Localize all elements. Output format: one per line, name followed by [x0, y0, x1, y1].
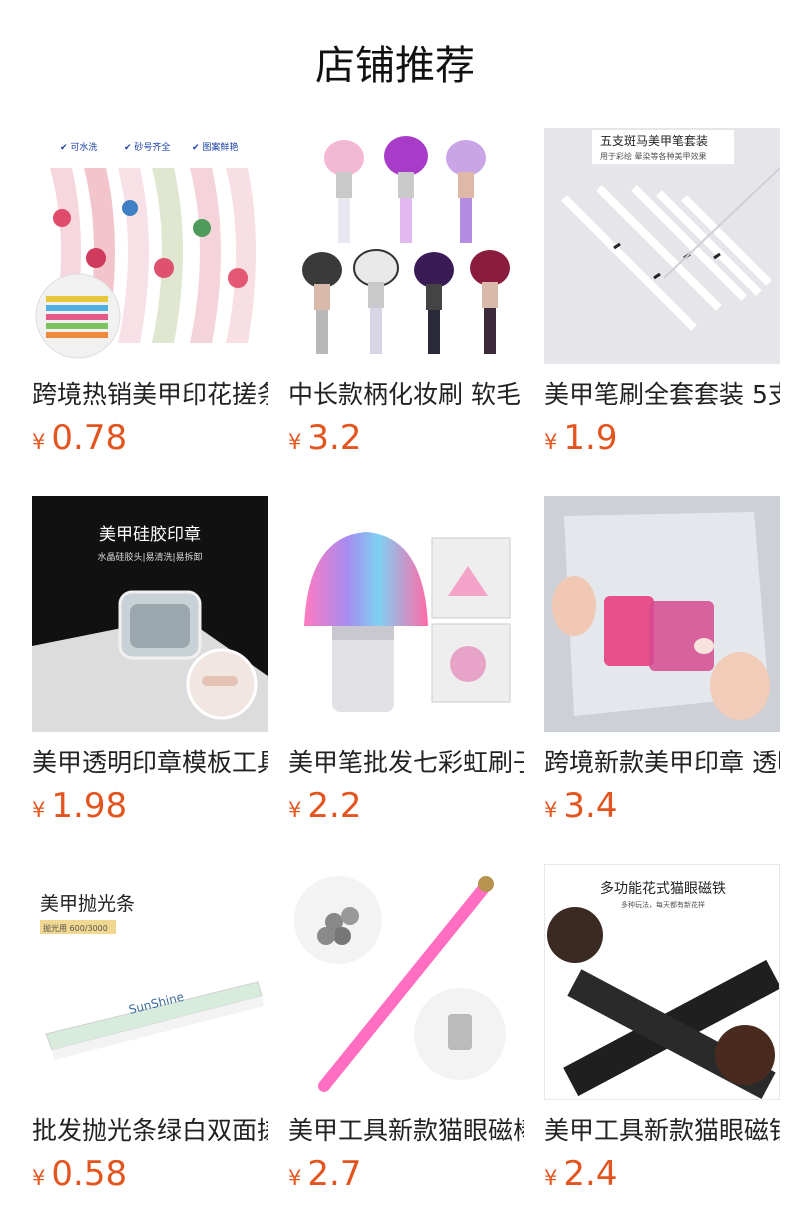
page-title: 店铺推荐	[315, 43, 475, 89]
price-value: 1.98	[51, 786, 128, 826]
price-value: 3.2	[307, 418, 362, 458]
price-value: 0.58	[51, 1154, 128, 1194]
product-image-stamp-bag[interactable]	[544, 496, 780, 732]
product-image-magnet-stick[interactable]	[288, 864, 524, 1100]
product-name[interactable]: 美甲笔刷全套套装 5支	[544, 378, 780, 412]
price-value: 2.2	[307, 786, 362, 826]
price-value: 1.9	[563, 418, 618, 458]
image-subcaption: 水晶硅胶头|易清洗|易拆卸	[97, 551, 202, 563]
currency-symbol: ¥	[544, 430, 558, 454]
product-price: ¥3.2	[288, 418, 361, 458]
product-price: ¥1.9	[544, 418, 617, 458]
product-image-silicone-stamp[interactable]: 美甲硅胶印章 水晶硅胶头|易清洗|易拆卸	[32, 496, 268, 732]
price-value: 0.78	[51, 418, 128, 458]
product-price: ¥2.7	[288, 1154, 361, 1194]
price-value: 2.4	[563, 1154, 618, 1194]
product-image-makeup-brushes[interactable]	[288, 128, 524, 364]
product-name[interactable]: 美甲工具新款猫眼磁棒	[288, 1114, 524, 1148]
image-caption: 多功能花式猫眼磁铁	[600, 880, 726, 897]
image-caption: 美甲硅胶印章	[99, 525, 201, 545]
product-image-nail-file[interactable]: ✔ 可水洗 ✔ 砂号齐全 ✔ 图案鲜艳	[32, 128, 268, 364]
image-caption: 五支斑马美甲笔套装	[600, 133, 708, 148]
svg-text:✔ 可水洗: ✔ 可水洗	[60, 141, 97, 153]
currency-symbol: ¥	[32, 430, 46, 454]
product-name[interactable]: 中长款柄化妆刷 软毛	[288, 378, 524, 412]
product-price: ¥0.78	[32, 418, 127, 458]
currency-symbol: ¥	[288, 1166, 302, 1190]
price-value: 3.4	[563, 786, 618, 826]
product-image-buffer-file[interactable]: 美甲抛光条 抛光用 600/3000 SunShine	[32, 864, 268, 1100]
image-subcaption: 抛光用 600/3000	[43, 923, 108, 933]
product-price: ¥0.58	[32, 1154, 127, 1194]
image-caption: 美甲抛光条	[40, 893, 135, 915]
product-name[interactable]: 批发抛光条绿白双面搓条	[32, 1114, 268, 1148]
image-subcaption: 多种玩法，每天都有新花样	[621, 900, 705, 909]
product-price: ¥3.4	[544, 786, 617, 826]
product-name[interactable]: 美甲工具新款猫眼磁铁	[544, 1114, 780, 1148]
product-image-rainbow-brush[interactable]	[288, 496, 524, 732]
currency-symbol: ¥	[544, 1166, 558, 1190]
svg-text:✔ 砂号齐全: ✔ 砂号齐全	[124, 141, 170, 153]
product-name[interactable]: 美甲透明印章模板工具	[32, 746, 268, 780]
product-name[interactable]: 跨境热销美甲印花搓条	[32, 378, 268, 412]
product-price: ¥2.2	[288, 786, 361, 826]
product-name[interactable]: 美甲笔批发七彩虹刷子	[288, 746, 524, 780]
product-price: ¥1.98	[32, 786, 127, 826]
currency-symbol: ¥	[544, 798, 558, 822]
price-value: 2.7	[307, 1154, 362, 1194]
currency-symbol: ¥	[32, 798, 46, 822]
currency-symbol: ¥	[32, 1166, 46, 1190]
currency-symbol: ¥	[288, 798, 302, 822]
currency-symbol: ¥	[288, 430, 302, 454]
svg-text:✔ 图案鲜艳: ✔ 图案鲜艳	[192, 141, 238, 153]
image-subcaption: 用于彩绘 晕染等各种美甲效果	[600, 151, 707, 161]
product-image-cat-eye-magnet[interactable]: 多功能花式猫眼磁铁 多种玩法，每天都有新花样	[544, 864, 780, 1100]
product-image-nail-brush-set[interactable]: 五支斑马美甲笔套装 用于彩绘 晕染等各种美甲效果	[544, 128, 780, 364]
product-name[interactable]: 跨境新款美甲印章 透明	[544, 746, 780, 780]
product-price: ¥2.4	[544, 1154, 617, 1194]
